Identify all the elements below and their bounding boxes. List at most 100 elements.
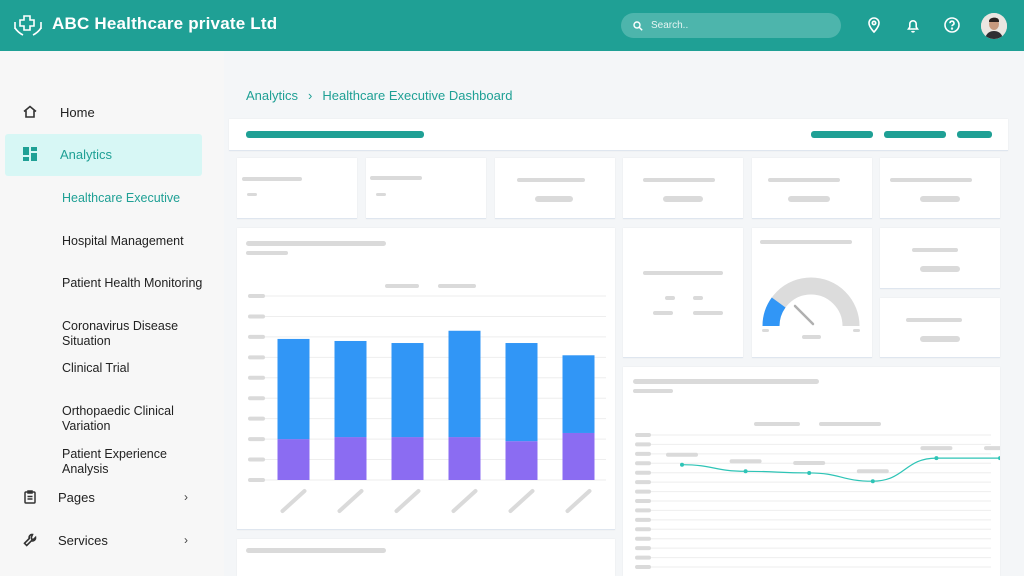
kpi-label-placeholder (890, 178, 972, 182)
y-tick-label-placeholder (248, 478, 265, 482)
kpi-card (752, 158, 872, 219)
sidebar-item-services[interactable]: Services › (0, 532, 224, 552)
data-label-placeholder (729, 459, 762, 464)
data-label-placeholder (984, 446, 1000, 451)
y-tick-label-placeholder (635, 546, 651, 551)
header-action-placeholder[interactable] (811, 131, 873, 138)
line-point (998, 456, 1000, 461)
bar-segment-lower (334, 437, 367, 480)
bell-icon[interactable] (904, 16, 922, 34)
breadcrumb: Analytics › Healthcare Executive Dashboard (246, 88, 512, 103)
gauge-card (752, 228, 872, 358)
search-bar[interactable] (621, 13, 841, 38)
bar-segment-lower (391, 437, 424, 480)
y-tick-label-placeholder (635, 517, 651, 522)
y-tick-label-placeholder (635, 470, 651, 475)
bar-segment-upper (391, 343, 424, 438)
line-point (807, 470, 812, 475)
data-label-placeholder (856, 469, 889, 474)
y-tick-label-placeholder (635, 499, 651, 503)
search-input[interactable] (651, 20, 831, 31)
x-tick-label-placeholder (451, 489, 478, 513)
bar-segment-upper (562, 355, 595, 433)
sidebar-subitem-patient-experience-analysis[interactable]: Patient Experience Analysis (62, 447, 182, 477)
kpi-label-placeholder (242, 177, 302, 181)
bar-segment-upper (448, 330, 481, 438)
kpi-card (880, 158, 1000, 219)
data-label-placeholder (793, 460, 826, 465)
sidebar-item-label: Analytics (60, 147, 113, 162)
sidebar: Home Analytics Healthcare Executive Hosp… (0, 51, 224, 576)
bar-segment-lower (277, 439, 310, 480)
sidebar-subitem-patient-health-monitoring[interactable]: Patient Health Monitoring (62, 276, 217, 291)
sidebar-item-analytics[interactable]: Analytics (0, 146, 224, 166)
y-tick-label-placeholder (635, 480, 651, 485)
help-icon[interactable] (943, 16, 961, 34)
breadcrumb-current: Healthcare Executive Dashboard (322, 88, 513, 103)
sidebar-item-label: Home (60, 105, 95, 120)
chevron-right-icon: › (184, 490, 188, 504)
user-avatar[interactable] (981, 13, 1007, 39)
y-tick-label-placeholder (248, 396, 265, 401)
healthcare-hands-logo-icon (14, 15, 42, 36)
kpi-value-placeholder (663, 196, 703, 202)
stat-card (623, 228, 743, 358)
sidebar-subitem-hospital-management[interactable]: Hospital Management (62, 234, 217, 249)
header-action-placeholder[interactable] (884, 131, 946, 138)
wrench-icon (23, 533, 37, 547)
dashboard-grid-icon (23, 147, 37, 161)
y-tick-label-placeholder (635, 565, 651, 569)
y-tick-label-placeholder (635, 442, 651, 447)
data-label-placeholder (920, 446, 953, 451)
gauge-max-placeholder (853, 329, 860, 332)
mini-label-placeholder (906, 318, 962, 322)
sidebar-item-label: Pages (58, 490, 95, 505)
kpi-card (366, 158, 486, 219)
kpi-value-placeholder (535, 196, 573, 202)
search-icon (633, 20, 643, 31)
sidebar-subitem-orthopaedic-clinical-variation[interactable]: Orthopaedic Clinical Variation (62, 404, 187, 434)
sidebar-item-pages[interactable]: Pages › (0, 489, 224, 509)
breadcrumb-parent[interactable]: Analytics (246, 88, 298, 103)
app-title: ABC Healthcare private Ltd (52, 14, 278, 33)
gauge-fill (762, 297, 786, 327)
y-tick-label-placeholder (248, 314, 265, 319)
kpi-label-placeholder (517, 178, 585, 182)
y-tick-label-placeholder (635, 555, 651, 560)
y-tick-label-placeholder (248, 437, 265, 442)
y-tick-label-placeholder (635, 433, 651, 437)
stat-dot-placeholder (665, 296, 675, 300)
sidebar-item-home[interactable]: Home (0, 104, 224, 124)
sidebar-subitem-clinical-trial[interactable]: Clinical Trial (62, 361, 217, 376)
y-tick-label-placeholder (248, 416, 265, 421)
mini-value-placeholder (920, 266, 960, 272)
sidebar-subitem-healthcare-executive[interactable]: Healthcare Executive (62, 191, 217, 206)
y-tick-label-placeholder (635, 461, 651, 466)
bar-segment-lower (448, 437, 481, 480)
location-pin-icon[interactable] (865, 16, 883, 34)
chevron-right-icon: › (184, 533, 188, 547)
line-point (934, 456, 939, 461)
gauge-min-placeholder (762, 329, 769, 332)
kpi-label-placeholder (370, 176, 422, 180)
y-tick-label-placeholder (635, 536, 651, 541)
kpi-label-placeholder (643, 178, 715, 182)
y-tick-label-placeholder (635, 489, 651, 494)
mini-card (880, 298, 1000, 358)
y-tick-label-placeholder (248, 355, 265, 360)
y-tick-label-placeholder (248, 294, 265, 298)
card-title-placeholder (246, 548, 386, 553)
sidebar-item-label: Services (58, 533, 108, 548)
stat-value-placeholder (693, 311, 723, 315)
kpi-card (237, 158, 357, 219)
bar-chart-card (237, 228, 615, 530)
line-point (680, 462, 684, 467)
kpi-card (623, 158, 743, 219)
bar-segment-upper (505, 343, 538, 442)
bar-segment-upper (334, 340, 367, 438)
mini-card (880, 228, 1000, 289)
gauge-value-placeholder (802, 335, 821, 339)
sidebar-subitem-coronavirus-disease-situation[interactable]: Coronavirus Disease Situation (62, 319, 192, 349)
header-action-placeholder[interactable] (957, 131, 992, 138)
line-point (870, 479, 875, 484)
